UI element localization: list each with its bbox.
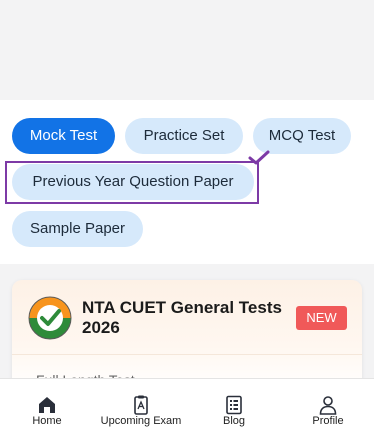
profile-icon <box>319 396 337 415</box>
chip-previous-year-question-paper[interactable]: Previous Year Question Paper <box>12 164 254 200</box>
nav-profile-label: Profile <box>312 415 344 427</box>
nta-emblem-icon <box>28 296 72 340</box>
filter-panel: Mock Test Practice Set MCQ Test Previous… <box>0 100 374 264</box>
blog-icon <box>226 395 242 415</box>
nav-home-label: Home <box>32 415 62 427</box>
nav-blog-label: Blog <box>222 415 246 427</box>
chip-mcq-test[interactable]: MCQ Test <box>253 118 351 154</box>
top-blank-area <box>0 0 374 100</box>
card-divider <box>12 354 362 355</box>
chip-practice-set[interactable]: Practice Set <box>125 118 243 154</box>
checkmark-icon <box>248 150 270 165</box>
bottom-navigation: Home Upcoming Exam Blog Profile <box>0 378 374 444</box>
chip-sample-paper[interactable]: Sample Paper <box>12 211 143 247</box>
nav-profile[interactable]: Profile <box>302 379 354 444</box>
exam-icon <box>134 395 148 415</box>
card-title: NTA CUET General Tests 2026 <box>82 298 282 337</box>
test-series-card[interactable]: NTA CUET General Tests 2026 NEW Full Len… <box>12 280 362 390</box>
nav-upcoming-exam-label: Upcoming Exam <box>100 415 182 427</box>
nav-blog[interactable]: Blog <box>209 379 259 444</box>
chip-mock-test[interactable]: Mock Test <box>12 118 115 154</box>
new-badge: NEW <box>296 306 347 330</box>
home-icon <box>39 397 55 413</box>
nav-upcoming-exam[interactable]: Upcoming Exam <box>92 379 190 444</box>
nav-home[interactable]: Home <box>22 379 72 444</box>
